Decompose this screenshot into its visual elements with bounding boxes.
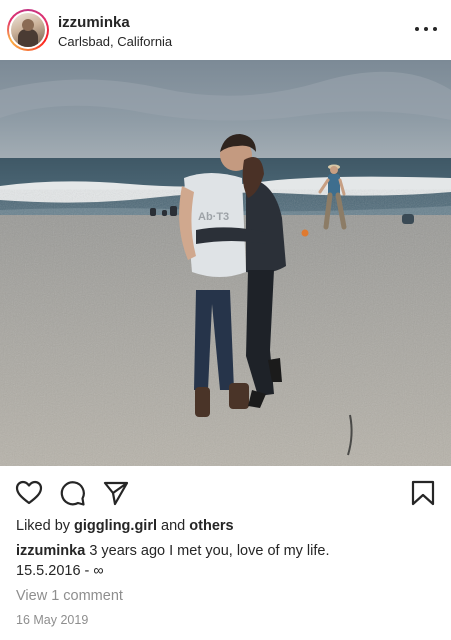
view-comments-link[interactable]: View 1 comment [16, 588, 123, 604]
likes-conjunction: and [161, 518, 186, 534]
heart-icon[interactable] [15, 479, 43, 507]
caption-date-line: 15.5.2016 - ∞ [16, 563, 104, 579]
comment-icon[interactable] [58, 479, 86, 507]
svg-text:Ab·T3: Ab·T3 [198, 211, 229, 223]
bookmark-icon[interactable] [409, 479, 437, 507]
post-actions [0, 475, 451, 509]
post-username[interactable]: izzuminka [58, 14, 130, 31]
caption-author[interactable]: izzuminka [16, 543, 85, 559]
post-header: izzuminka Carlsbad, California [0, 0, 451, 60]
post-location[interactable]: Carlsbad, California [58, 34, 172, 49]
liked-by-user[interactable]: giggling.girl [74, 518, 157, 534]
avatar[interactable] [7, 9, 49, 51]
likes-others[interactable]: others [189, 518, 233, 534]
avatar-image [11, 13, 45, 47]
post-timestamp: 16 May 2019 [16, 613, 89, 627]
caption-text: 3 years ago I met you, love of my life. [89, 543, 330, 559]
likes-prefix: Liked by [16, 518, 71, 534]
send-icon[interactable] [102, 479, 130, 507]
more-options-icon[interactable] [415, 19, 437, 39]
likes-summary[interactable]: Liked by giggling.girl and others [16, 518, 234, 534]
post-caption: izzuminka 3 years ago I met you, love of… [16, 543, 436, 559]
post-photo[interactable]: Ab·T3 [0, 60, 451, 466]
